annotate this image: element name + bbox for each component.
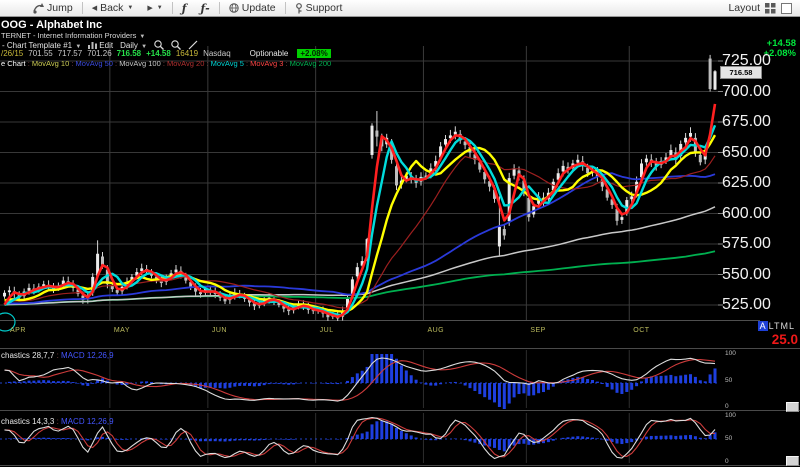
quote-open: 701.55 (28, 49, 52, 58)
toolbar-separator (82, 2, 83, 14)
symbol-ticker[interactable]: OOG (1, 19, 27, 31)
last-price-marker: 716.58 (720, 66, 762, 79)
industry-label: TERNET - Internet Information Providers (1, 31, 136, 40)
formula-minus-button[interactable]: ƒ- (193, 0, 216, 16)
month-label: SEP (530, 327, 546, 334)
month-label: MAY (114, 327, 130, 334)
indicator-legend: e Chart : MovAvg 10 : MovAvg 50 : MovAvg… (1, 59, 331, 68)
symbol-typeahead: A LTML (758, 321, 795, 331)
layout-window-icon[interactable] (781, 3, 792, 14)
panel1-stochastic-label: chastics 28,7,7 (1, 351, 54, 360)
panel-splitter-grip[interactable] (786, 402, 799, 412)
company-name: Alphabet Inc (36, 19, 102, 31)
panel-splitter-grip[interactable] (786, 456, 799, 466)
legend-item[interactable]: MovAvg 10 (32, 59, 69, 68)
panel2-macd-label: MACD 12,26,9 (61, 417, 113, 426)
quote-row: /26/15 701.55 717.57 701.26 716.58 +14.5… (1, 49, 331, 58)
forward-icon: ▶ (147, 4, 152, 12)
moving-averages-layer (5, 104, 716, 317)
panel2-stochastic-label: chastics 14,3,3 (1, 417, 54, 426)
panel-axis-label: 100 (725, 350, 736, 357)
industry-dropdown[interactable]: TERNET - Internet Information Providers … (1, 31, 145, 40)
panel-axis-label: 100 (725, 412, 736, 419)
month-label: JUL (320, 327, 334, 334)
jump-icon (33, 3, 44, 14)
panel-axis-label: 50 (725, 435, 732, 442)
quote-high: 717.57 (58, 49, 82, 58)
symbol-header: OOG - Alphabet Inc (1, 19, 102, 31)
formula-minus-icon: ƒ- (200, 2, 209, 15)
price-axis-label: 600.00 (722, 205, 798, 223)
panel2-label[interactable]: chastics 14,3,3 : MACD 12,26,9 (1, 417, 114, 426)
back-icon: ◀ (92, 4, 97, 12)
legend-item[interactable]: MovAvg 5 (211, 59, 244, 68)
forward-dropdown-icon[interactable]: ▼ (157, 5, 163, 11)
toolbar: Jump ◀ Back ▼ ▶ ▼ ƒ ƒ- (0, 0, 800, 17)
toolbar-separator (219, 2, 220, 14)
red-axis-value: 25.0 (772, 332, 798, 347)
forward-button[interactable]: ▶ ▼ (140, 0, 169, 16)
panel1-label[interactable]: chastics 28,7,7 : MACD 12,26,9 (1, 351, 114, 360)
quote-exchange: Nasdaq (203, 49, 231, 58)
quote-low: 701.26 (87, 49, 111, 58)
price-axis-label: 700.00 (722, 83, 798, 101)
formula-icon: ƒ (182, 2, 187, 15)
panel1-macd-label: MACD 12,26,9 (61, 351, 113, 360)
layout-grid-icon[interactable] (765, 3, 776, 14)
panel-axis-label: 0 (725, 403, 729, 410)
quote-close: 716.58 (117, 49, 141, 58)
toolbar-separator (285, 2, 286, 14)
jump-label: Jump (47, 2, 73, 14)
legend-item[interactable]: MovAvg 200 (290, 59, 332, 68)
month-label: APR (10, 327, 26, 334)
grid-layer (0, 46, 800, 466)
legend-item[interactable]: MovAvg 3 (250, 59, 283, 68)
toolbar-separator (172, 2, 173, 14)
support-label: Support (306, 2, 343, 14)
legend-item[interactable]: MovAvg 20 (167, 59, 204, 68)
price-axis-label: 650.00 (722, 144, 798, 162)
jump-button[interactable]: Jump (26, 0, 80, 16)
price-axis-label: 525.00 (722, 296, 798, 314)
support-button[interactable]: Support (288, 0, 350, 16)
indicator-panel-layer (0, 354, 718, 409)
percent-change-badge: +2.08% (297, 49, 330, 58)
typeahead-rest: LTML (769, 321, 795, 331)
app-window: Jump ◀ Back ▼ ▶ ▼ ƒ ƒ- (0, 0, 800, 467)
update-label: Update (242, 2, 276, 14)
price-chart-canvas[interactable] (0, 0, 800, 467)
panel-axis-label: 0 (725, 458, 729, 465)
update-button[interactable]: Update (222, 0, 283, 16)
month-label: OCT (633, 327, 649, 334)
toolbar-right: Layout (728, 0, 800, 16)
legend-item[interactable]: MovAvg 100 (119, 59, 161, 68)
quote-optionable: Optionable (250, 49, 289, 58)
formula-button[interactable]: ƒ (175, 0, 194, 16)
layout-label: Layout (728, 2, 760, 14)
quote-volume: 16419 (176, 49, 198, 58)
price-axis-label: 675.00 (722, 113, 798, 131)
quote-date: /26/15 (1, 49, 23, 58)
price-axis-label: 625.00 (722, 174, 798, 192)
price-axis-label: 575.00 (722, 235, 798, 253)
typeahead-highlight: A (758, 321, 768, 331)
legend-item[interactable]: MovAvg 50 (76, 59, 113, 68)
month-label: JUN (212, 327, 227, 334)
back-label: Back (100, 2, 123, 14)
price-axis-label: 550.00 (722, 266, 798, 284)
symbol-dash: - (30, 19, 34, 31)
legend-item[interactable]: e Chart (1, 59, 26, 68)
quote-change: +14.58 (146, 49, 171, 58)
toolbar-left: Jump ◀ Back ▼ ▶ ▼ ƒ ƒ- (0, 0, 349, 16)
back-dropdown-icon[interactable]: ▼ (127, 5, 133, 11)
back-button[interactable]: ◀ Back ▼ (85, 0, 141, 16)
panel-axis-label: 50 (725, 377, 732, 384)
month-label: AUG (427, 327, 444, 334)
globe-icon (229, 3, 239, 13)
key-icon (295, 3, 303, 14)
